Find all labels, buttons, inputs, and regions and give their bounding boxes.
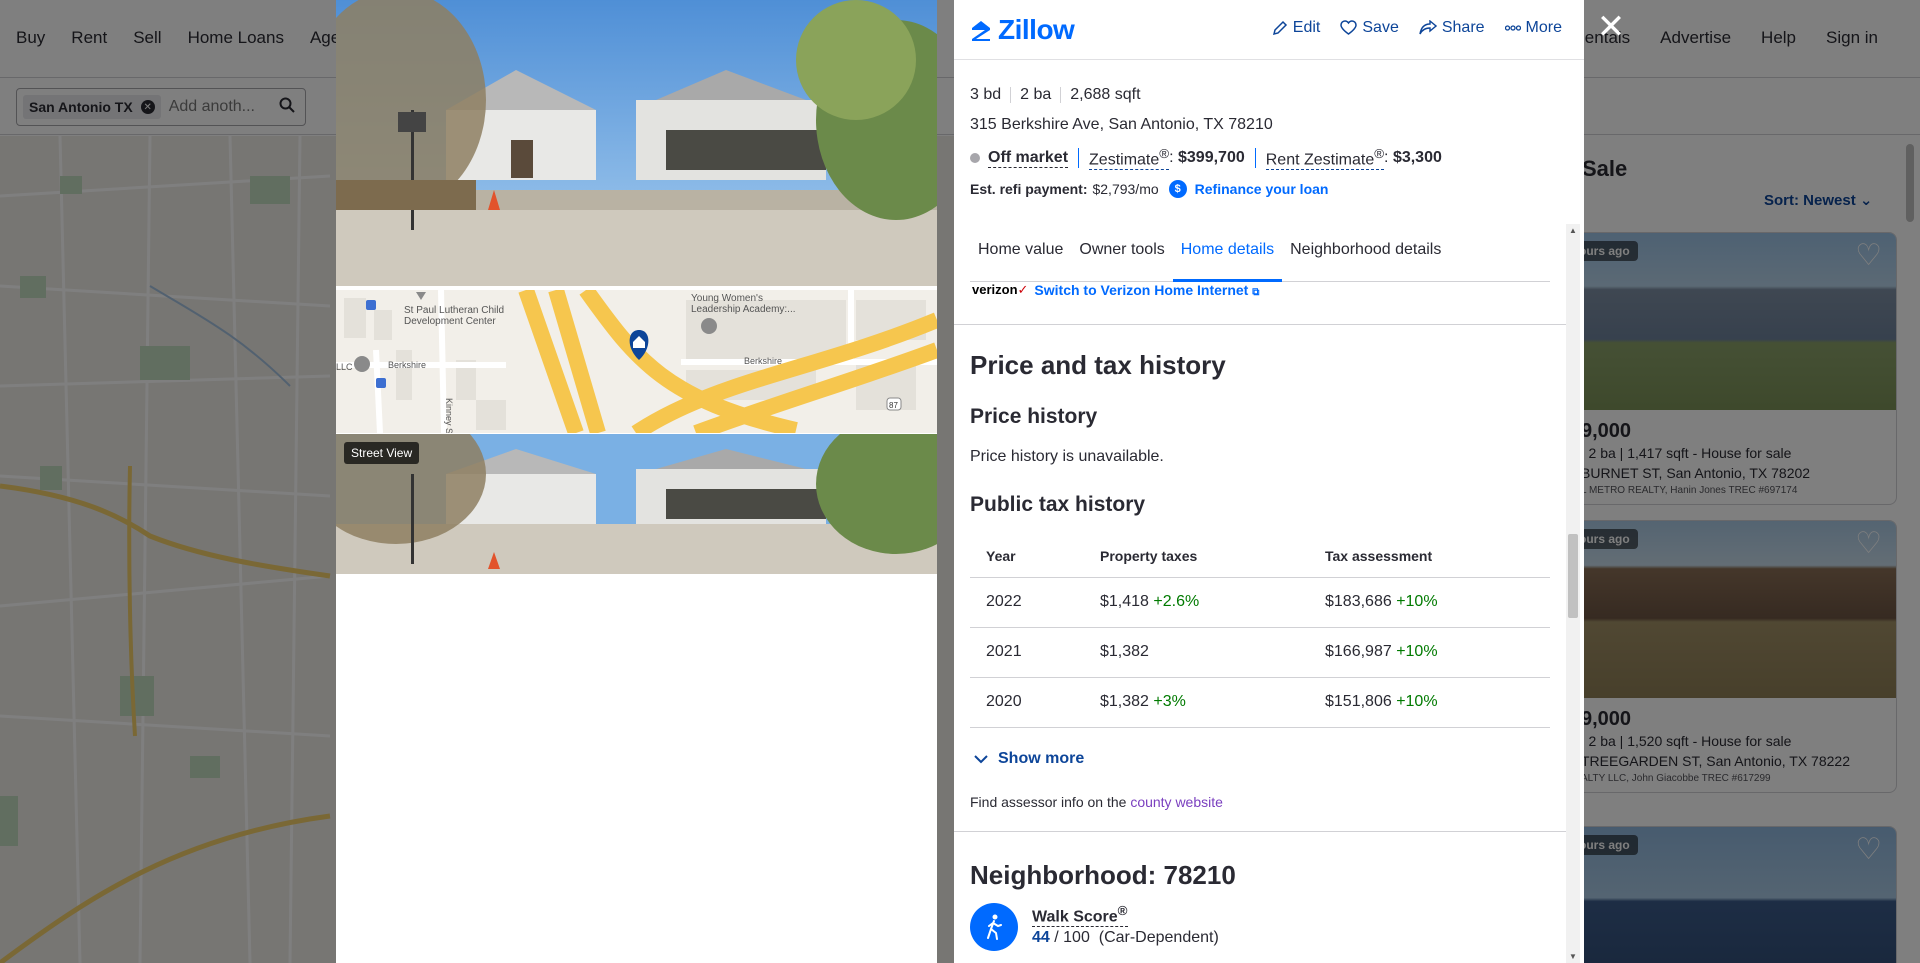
- detail-header: Zillow Edit Save Share More: [954, 0, 1584, 60]
- location-map[interactable]: St Paul Lutheran Child Development Cente…: [336, 290, 937, 433]
- more-dots-icon: [1504, 25, 1521, 31]
- scroll-thumb[interactable]: [1568, 534, 1578, 618]
- col-tax-assessment: Tax assessment: [1309, 535, 1550, 578]
- col-property-taxes: Property taxes: [1084, 535, 1309, 578]
- rent-zestimate-label[interactable]: Rent Zestimate®: [1265, 146, 1385, 171]
- table-row: 2020 $1,382 +3% $151,806 +10%: [970, 677, 1550, 728]
- price-history-text: Price history is unavailable.: [970, 448, 1164, 465]
- assessor-info: Find assessor info on the county website: [970, 794, 1223, 810]
- refi-row: Est. refi payment: $2,793/mo $ Refinance…: [970, 180, 1550, 199]
- detail-tabs: Home value Owner tools Home details Neig…: [970, 230, 1550, 282]
- walking-person-icon: [970, 903, 1018, 951]
- baths-value: 2 ba: [1020, 86, 1052, 103]
- refi-label: Est. refi payment:: [970, 181, 1088, 198]
- home-facts: 3 bd 2 ba 2,688 sqft: [970, 86, 1550, 104]
- svg-text:Leadership Academy:...: Leadership Academy:...: [691, 304, 796, 315]
- share-icon: [1419, 20, 1437, 35]
- col-year: Year: [970, 535, 1084, 578]
- walk-score-value: 44: [1032, 929, 1050, 947]
- dollar-icon: $: [1168, 180, 1187, 199]
- status-row: Off market Zestimate®: $399,700 Rent Zes…: [970, 146, 1550, 171]
- scroll-down-icon[interactable]: ▼: [1569, 952, 1577, 961]
- map-label-academy: Young Women's: [691, 293, 763, 304]
- svg-text:Development Center: Development Center: [404, 316, 496, 327]
- heart-icon: [1340, 20, 1358, 35]
- tab-home-details[interactable]: Home details: [1172, 230, 1283, 282]
- map-label-kinney: Kinney St: [444, 398, 454, 433]
- scroll-up-icon[interactable]: ▲: [1569, 226, 1577, 235]
- neighborhood-heading: Neighborhood: 78210: [970, 860, 1236, 890]
- tab-neighborhood-details[interactable]: Neighborhood details: [1282, 230, 1449, 282]
- tab-home-value[interactable]: Home value: [970, 230, 1071, 282]
- status-off-market[interactable]: Off market: [988, 149, 1069, 168]
- save-button[interactable]: Save: [1340, 19, 1399, 37]
- home-address: 315 Berkshire Ave, San Antonio, TX 78210: [970, 116, 1273, 133]
- table-row: 2022 $1,418 +2.6% $183,686 +10%: [970, 577, 1550, 628]
- walk-score: Walk Score® 44 / 100 (Car-Dependent): [970, 903, 1219, 951]
- table-row: 2021 $1,382 $166,987 +10%: [970, 627, 1550, 678]
- chevron-down-icon: [974, 754, 988, 763]
- close-icon[interactable]: ✕: [1596, 10, 1626, 44]
- street-view-photo[interactable]: Street View: [336, 434, 937, 574]
- share-button[interactable]: Share: [1419, 19, 1485, 37]
- more-button[interactable]: More: [1504, 19, 1562, 37]
- tab-owner-tools[interactable]: Owner tools: [1071, 230, 1172, 282]
- rent-zestimate-value: $3,300: [1392, 149, 1442, 167]
- walk-score-desc: (Car-Dependent): [1098, 929, 1219, 947]
- sqft-value: 2,688 sqft: [1070, 86, 1141, 103]
- photo-gallery: St Paul Lutheran Child Development Cente…: [336, 0, 937, 963]
- refi-value: $2,793/mo: [1092, 181, 1159, 198]
- beds-value: 3 bd: [970, 86, 1002, 103]
- table-header-row: Year Property taxes Tax assessment: [970, 535, 1550, 578]
- map-label-school: St Paul Lutheran Child: [404, 305, 504, 316]
- home-detail-panel: Zillow Edit Save Share More 3 bd 2 ba 2,…: [954, 0, 1584, 963]
- tax-history-table: Year Property taxes Tax assessment 2022 …: [970, 535, 1550, 728]
- zillow-logo[interactable]: Zillow: [970, 14, 1075, 46]
- price-history-heading: Price history: [970, 405, 1098, 428]
- public-tax-heading: Public tax history: [970, 493, 1146, 516]
- verizon-promo: verizon✓ Switch to Verizon Home Internet…: [972, 282, 1259, 298]
- map-route-shield: 87: [889, 401, 898, 410]
- zestimate-value: $399,700: [1178, 149, 1245, 167]
- verizon-logo: verizon✓: [972, 282, 1029, 297]
- price-tax-heading: Price and tax history: [970, 350, 1226, 380]
- home-photo[interactable]: [336, 0, 937, 286]
- detail-scrollbar[interactable]: ▲ ▼: [1566, 224, 1580, 963]
- county-website-link[interactable]: county website: [1130, 794, 1223, 810]
- map-label-berkshire-left: Berkshire: [388, 360, 426, 370]
- show-more-button[interactable]: Show more: [974, 750, 1084, 768]
- street-view-label[interactable]: Street View: [344, 442, 420, 464]
- map-label-llc: LLC: [336, 362, 353, 372]
- zillow-logo-icon: [972, 21, 990, 41]
- zestimate-label[interactable]: Zestimate®: [1089, 146, 1170, 171]
- verizon-link[interactable]: Switch to Verizon Home Internet ⧉: [1034, 282, 1259, 298]
- pencil-icon: [1272, 20, 1287, 36]
- status-dot-icon: [970, 153, 980, 164]
- refinance-link[interactable]: Refinance your loan: [1195, 181, 1329, 197]
- edit-button[interactable]: Edit: [1272, 19, 1320, 37]
- walk-score-label[interactable]: Walk Score®: [1032, 903, 1128, 928]
- home-summary: 3 bd 2 ba 2,688 sqft 315 Berkshire Ave, …: [970, 86, 1550, 199]
- map-label-berkshire-right: Berkshire: [744, 356, 782, 366]
- external-link-icon: ⧉: [1252, 287, 1260, 298]
